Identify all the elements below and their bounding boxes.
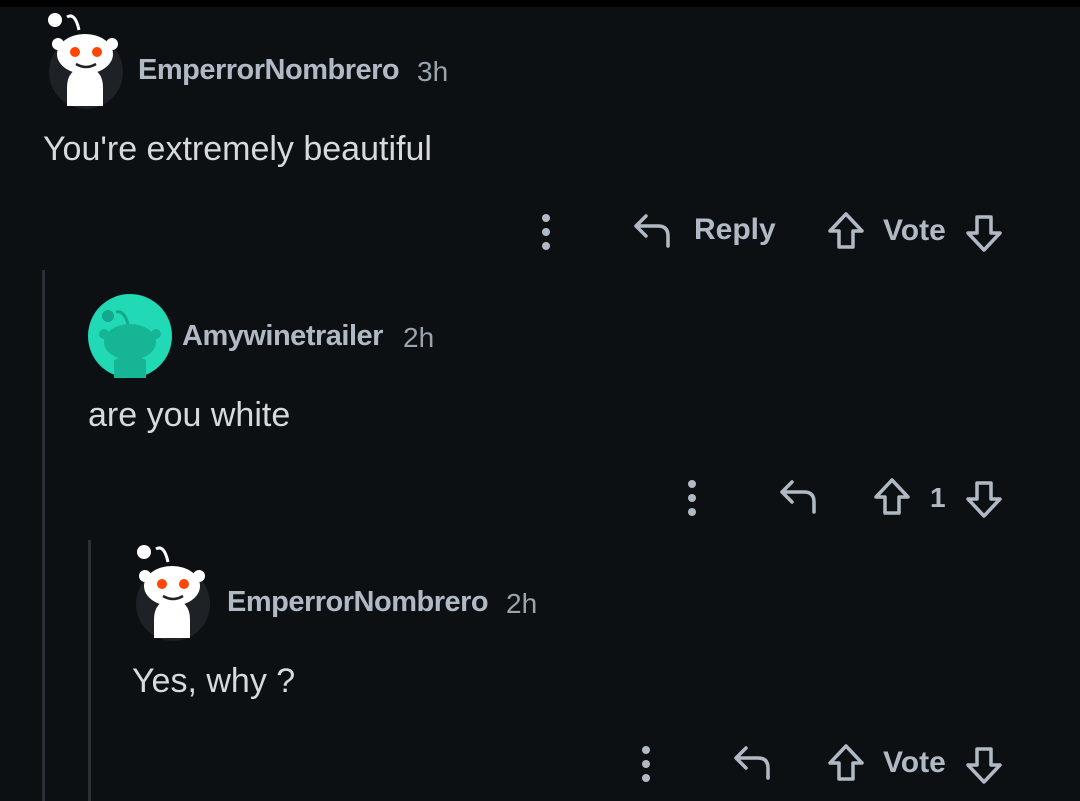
reply-arrow-icon [734, 746, 770, 780]
reply-label: Reply [694, 213, 776, 246]
reply-button[interactable] [778, 476, 820, 516]
reply-button[interactable]: Reply [632, 210, 776, 250]
upvote-arrow-icon [828, 212, 864, 249]
upvote-arrow-icon [874, 478, 910, 515]
comment-text: Yes, why ? [132, 662, 296, 700]
reply-arrow-icon [634, 214, 670, 248]
timestamp: 2h [403, 322, 435, 353]
vote-label: Vote [883, 746, 946, 779]
timestamp: 3h [417, 56, 449, 87]
downvote-button[interactable] [964, 478, 1004, 520]
top-bar [0, 0, 1080, 7]
reply-arrow-icon [780, 480, 816, 514]
username[interactable]: EmperrorNombrero [227, 586, 489, 619]
upvote-button[interactable]: Vote [826, 742, 946, 784]
downvote-button[interactable] [964, 212, 1004, 254]
vote-label: Vote [883, 214, 946, 247]
more-options-button[interactable] [634, 744, 658, 784]
thread-line-nested[interactable] [88, 540, 91, 801]
vote-count: 1 [930, 482, 946, 513]
thread-line[interactable] [42, 270, 45, 801]
downvote-arrow-icon [966, 481, 1002, 518]
snoo-avatar-icon[interactable] [45, 8, 125, 110]
username[interactable]: EmperrorNombrero [138, 54, 400, 87]
more-options-icon [542, 214, 550, 250]
upvote-button[interactable] [872, 476, 912, 518]
upvote-arrow-icon [828, 744, 864, 781]
reply-button[interactable] [732, 742, 774, 782]
more-options-icon [642, 746, 650, 782]
comment-text: You're extremely beautiful [43, 130, 432, 168]
comment-text: are you white [88, 396, 291, 434]
upvote-button[interactable]: Vote [826, 210, 946, 252]
more-options-button[interactable] [680, 478, 704, 518]
timestamp: 2h [506, 588, 538, 619]
snoo-avatar-icon[interactable] [88, 294, 172, 378]
snoo-avatar-icon[interactable] [132, 540, 212, 642]
downvote-button[interactable] [964, 744, 1004, 786]
username[interactable]: Amywinetrailer [182, 320, 383, 353]
more-options-icon [688, 480, 696, 516]
more-options-button[interactable] [534, 212, 558, 252]
downvote-arrow-icon [966, 747, 1002, 784]
downvote-arrow-icon [966, 215, 1002, 252]
